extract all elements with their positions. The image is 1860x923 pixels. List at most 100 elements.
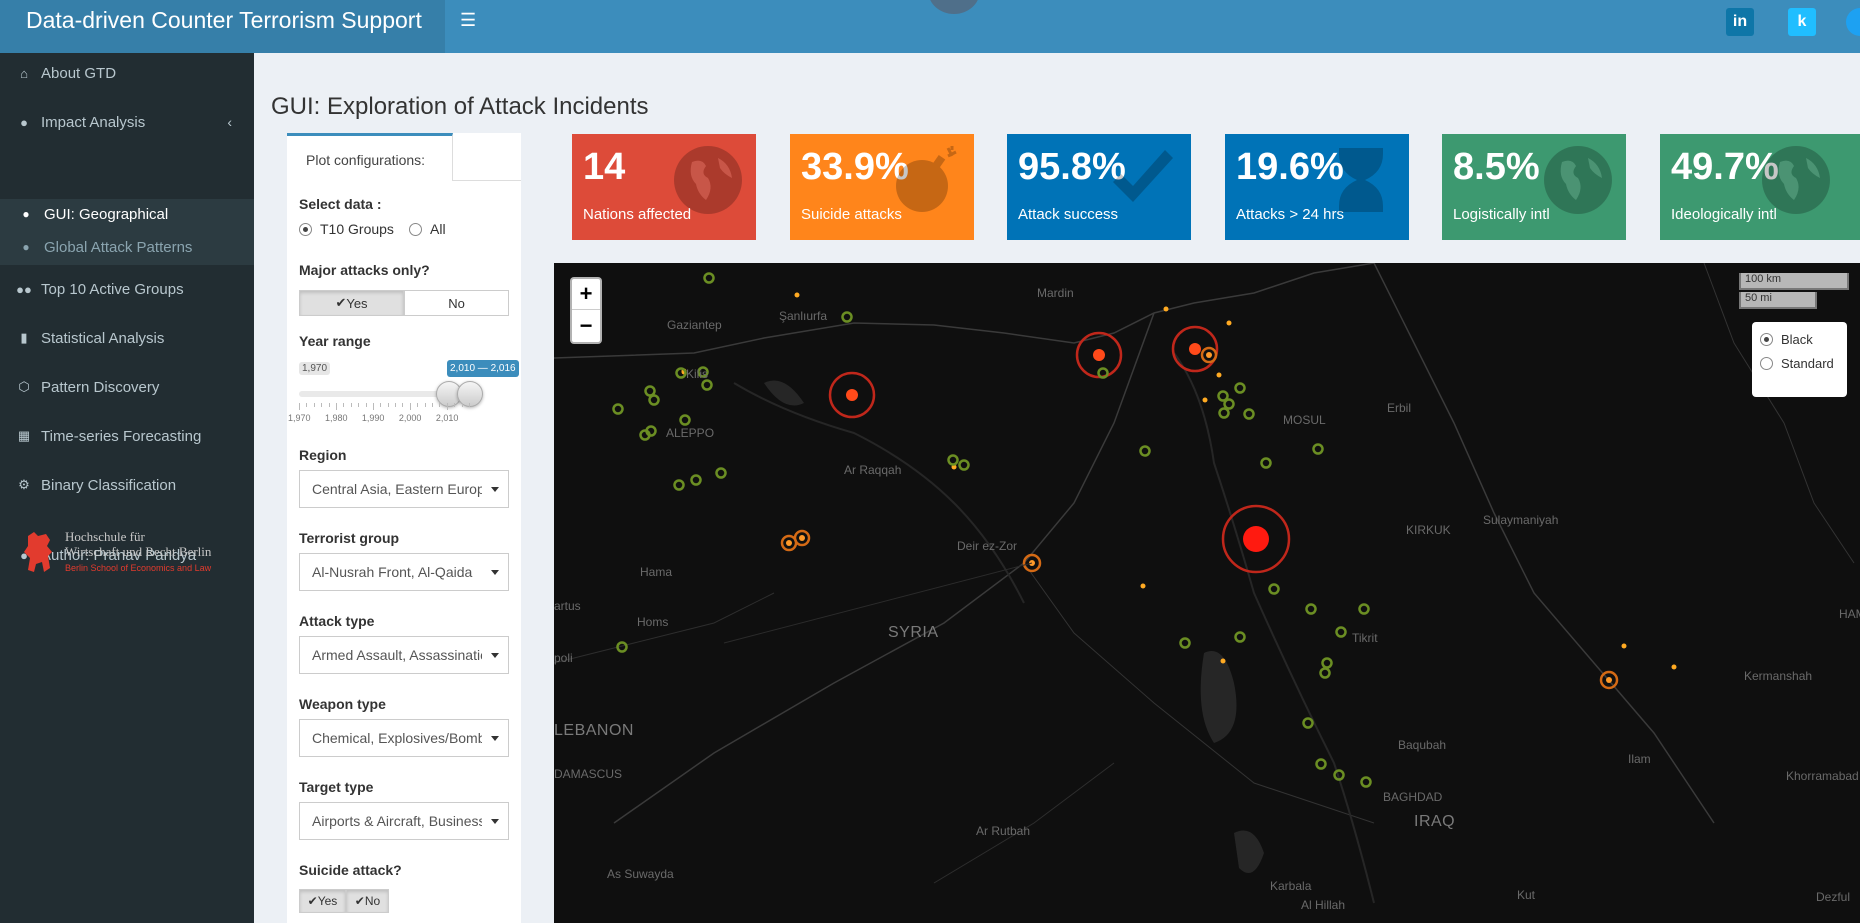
sidebar-item-gui-geographical[interactable]: ● GUI: Geographical [0, 199, 254, 229]
major-attacks-no-button[interactable]: No [404, 290, 509, 316]
map-label: Dezful [1816, 890, 1851, 904]
caret-down-icon [491, 736, 499, 741]
slider-tick [350, 403, 352, 407]
header-decoration [928, 0, 980, 14]
weapon-type-select-value: Chemical, Explosives/Bombs [312, 730, 482, 746]
slider-tick [328, 403, 330, 407]
radio-circle [409, 222, 422, 236]
sidebar-item-top-10-groups[interactable]: ●● Top 10 Active Groups [0, 269, 254, 309]
target-type-select-value: Airports & Aircraft, Business [312, 813, 482, 829]
university-name-line2: Wirtschaft und Recht Berlin [65, 544, 212, 559]
slider-tick [417, 403, 419, 407]
weapon-type-label: Weapon type [299, 696, 386, 712]
map-label: Kermanshah [1744, 669, 1813, 683]
globe-icon [1544, 146, 1612, 214]
sidebar-item-time-series-forecasting[interactable]: ▦ Time-series Forecasting [0, 416, 254, 456]
slider-tick [387, 403, 389, 407]
linkedin-icon[interactable]: in [1726, 8, 1754, 36]
map-label: Erbil [1387, 401, 1412, 415]
sidebar-item-global-attack-patterns[interactable]: ● Global Attack Patterns [0, 232, 254, 262]
sidebar-item-statistical-analysis[interactable]: ▮ Statistical Analysis [0, 318, 254, 358]
globe-icon: ● [22, 240, 30, 254]
app-title[interactable]: Data-driven Counter Terrorism Support [0, 0, 445, 53]
zoom-control: + − [570, 277, 602, 344]
globe-icon [674, 146, 742, 214]
users-icon: ●● [16, 281, 32, 297]
map-label-country: SYRIA [888, 624, 939, 641]
map-label: BAGHDAD [1383, 790, 1443, 804]
suicide-attack-toggle: ✔ Yes ✔ No [299, 889, 389, 913]
radio-all[interactable]: All [409, 221, 446, 237]
hourglass-icon [1339, 148, 1383, 212]
suicide-no-button[interactable]: ✔ No [346, 889, 389, 913]
sidebar-item-label: About GTD [41, 64, 117, 82]
slider-tick-label: 2,000 [398, 413, 422, 423]
terrorist-group-select-value: Al-Nusrah Front, Al-Qaida [312, 564, 473, 580]
value-box-attack-success: 95.8% Attack success [1007, 134, 1191, 240]
slider-tick [454, 403, 456, 407]
sidebar-item-label: Time-series Forecasting [41, 427, 202, 445]
radio-circle [1760, 357, 1773, 370]
attack-type-select[interactable]: Armed Assault, Assassination [299, 636, 509, 674]
zoom-out-button[interactable]: − [572, 310, 600, 341]
sidebar-item-label: Impact Analysis [41, 113, 146, 131]
map-label-country: LEBANON [554, 722, 634, 739]
chevron-left-icon: ‹ [227, 114, 232, 130]
cogs-icon: ⚙ [18, 477, 30, 492]
map-label: As Suwayda [607, 867, 674, 881]
university-subtitle: Berlin School of Economics and Law [65, 563, 212, 573]
sidebar-item-binary-classification[interactable]: ⚙ Binary Classification [0, 465, 254, 505]
value-box-ideologically-intl: 49.7% Ideologically intl [1660, 134, 1860, 240]
slider-tick [402, 403, 404, 407]
map-label: KIRKUK [1406, 523, 1451, 537]
sidebar-item-impact-analysis[interactable]: ● Impact Analysis ‹ [0, 102, 254, 142]
slider-tick [424, 403, 426, 407]
slider-tick [432, 403, 434, 407]
region-select[interactable]: Central Asia, Eastern Europe [299, 470, 509, 508]
twitter-icon[interactable] [1846, 8, 1860, 36]
sidebar-item-label: Statistical Analysis [41, 329, 165, 347]
basemap-layer-control: Black Standard [1752, 322, 1847, 397]
map-label: Gaziantep [667, 318, 722, 332]
basemap-option-black[interactable]: Black [1760, 332, 1839, 347]
value-box-suicide-attacks: 33.9% Suicide attacks [790, 134, 974, 240]
target-type-label: Target type [299, 779, 374, 795]
zoom-in-button[interactable]: + [572, 279, 600, 310]
target-type-select[interactable]: Airports & Aircraft, Business [299, 802, 509, 840]
terrorist-group-select[interactable]: Al-Nusrah Front, Al-Qaida [299, 553, 509, 591]
sidebar-item-pattern-discovery[interactable]: ⬡ Pattern Discovery [0, 367, 254, 407]
weapon-type-select[interactable]: Chemical, Explosives/Bombs [299, 719, 509, 757]
radio-label: Black [1781, 332, 1813, 347]
major-attacks-yes-button[interactable]: ✔ Yes [299, 290, 404, 316]
caret-down-icon [491, 819, 499, 824]
attack-type-select-value: Armed Assault, Assassination [312, 647, 482, 663]
radio-circle [1760, 333, 1773, 346]
kaggle-icon[interactable]: k [1788, 8, 1816, 36]
tab-plot-configurations[interactable]: Plot configurations: [287, 133, 453, 181]
value-box-logistically-intl: 8.5% Logistically intl [1442, 134, 1626, 240]
incident-map[interactable]: Mardin Şanlıurfa Gaziantep Kilis ALEPPO … [554, 263, 1860, 923]
hamburger-icon[interactable]: ☰ [460, 11, 476, 29]
sidebar-item-about-gtd[interactable]: ⌂ About GTD [0, 53, 254, 93]
slider-tick [335, 403, 337, 410]
scale-mi: 50 mi [1739, 292, 1817, 309]
map-label: ALEPPO [666, 426, 715, 440]
bar-chart-icon: ▮ [20, 330, 28, 345]
bomb-icon [896, 146, 957, 212]
button-label: No [364, 894, 381, 908]
suicide-yes-button[interactable]: ✔ Yes [299, 889, 346, 913]
slider-tick-label: 2,010 [435, 413, 459, 423]
radio-label: Standard [1781, 356, 1834, 371]
caret-down-icon [491, 570, 499, 575]
map-label: Şanlıurfa [779, 309, 828, 323]
map-label: MOSUL [1283, 413, 1326, 427]
slider-tick [380, 403, 382, 407]
radio-t10-groups[interactable]: T10 Groups [299, 221, 394, 237]
slider-tick [439, 403, 441, 407]
map-basemap [554, 263, 1855, 904]
sidebar-item-label: Top 10 Active Groups [41, 280, 184, 298]
globe-icon: ● [20, 114, 28, 130]
basemap-option-standard[interactable]: Standard [1760, 356, 1839, 371]
home-icon: ⌂ [20, 65, 28, 81]
map-label: Khorramabad [1786, 769, 1859, 783]
